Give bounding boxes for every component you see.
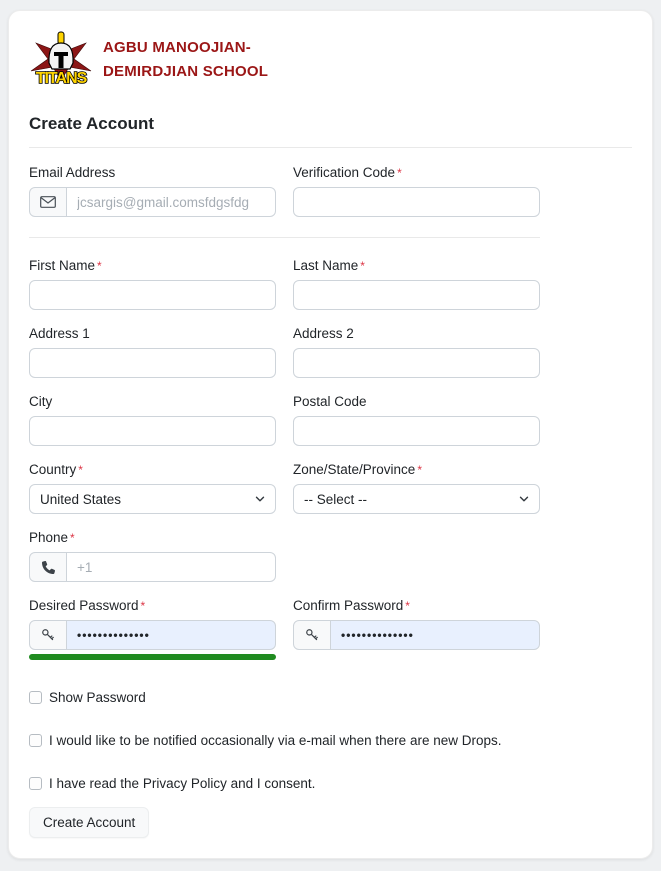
zone-select[interactable]: -- Select --	[293, 484, 540, 514]
address1-label: Address 1	[29, 326, 276, 341]
city-input[interactable]	[29, 416, 276, 446]
row-name: First Name* Last Name*	[29, 258, 540, 310]
privacy-label: I have read the Privacy Policy and I con…	[49, 776, 315, 791]
email-input-group	[29, 187, 276, 217]
show-password-checkbox[interactable]	[29, 691, 42, 704]
email-label: Email Address	[29, 165, 276, 180]
phone-input-group	[29, 552, 276, 582]
last-name-input[interactable]	[293, 280, 540, 310]
titans-spartan-logo-icon: TITANS	[29, 31, 93, 88]
first-name-field: First Name*	[29, 258, 276, 310]
row-phone: Phone*	[29, 530, 540, 582]
privacy-row: I have read the Privacy Policy and I con…	[29, 776, 540, 791]
key-icon	[305, 628, 319, 642]
verification-code-label: Verification Code*	[293, 165, 540, 180]
privacy-checkbox[interactable]	[29, 777, 42, 790]
address2-label: Address 2	[293, 326, 540, 341]
heading-divider	[29, 147, 632, 148]
desired-password-field: Desired Password*	[29, 598, 276, 660]
phone-icon	[42, 561, 55, 574]
section-divider	[29, 237, 540, 238]
zone-select-wrap: -- Select --	[293, 484, 540, 514]
desired-password-label: Desired Password*	[29, 598, 276, 613]
zone-field: Zone/State/Province* -- Select --	[293, 462, 540, 514]
last-name-field: Last Name*	[293, 258, 540, 310]
city-field: City	[29, 394, 276, 446]
zone-label: Zone/State/Province*	[293, 462, 540, 477]
notify-label: I would like to be notified occasionally…	[49, 733, 501, 748]
page-title: Create Account	[29, 114, 632, 134]
show-password-label: Show Password	[49, 690, 146, 705]
confirm-password-input[interactable]	[330, 620, 540, 650]
email-addon	[29, 187, 67, 217]
country-select[interactable]: United States	[29, 484, 276, 514]
create-account-card: TITANS AGBU MANOOJIAN- DEMIRDJIAN SCHOOL…	[8, 10, 653, 859]
show-password-row: Show Password	[29, 690, 540, 705]
address2-input[interactable]	[293, 348, 540, 378]
svg-text:TITANS: TITANS	[36, 70, 88, 87]
notify-row: I would like to be notified occasionally…	[29, 733, 540, 748]
password-addon	[29, 620, 67, 650]
required-asterisk: *	[78, 463, 83, 477]
confirm-password-field: Confirm Password*	[293, 598, 540, 660]
school-name-line2: DEMIRDJIAN SCHOOL	[103, 60, 268, 83]
confirm-password-group	[293, 620, 540, 650]
required-asterisk: *	[141, 599, 146, 613]
required-asterisk: *	[397, 166, 402, 180]
row-passwords: Desired Password* Confirm Password*	[29, 598, 540, 660]
row-country-zone: Country* United States Zone/State/Provin…	[29, 462, 540, 514]
postal-code-input[interactable]	[293, 416, 540, 446]
first-name-label: First Name*	[29, 258, 276, 273]
create-account-button[interactable]: Create Account	[29, 807, 149, 838]
brand-header: TITANS AGBU MANOOJIAN- DEMIRDJIAN SCHOOL	[29, 31, 632, 88]
verification-code-input[interactable]	[293, 187, 540, 217]
desired-password-input[interactable]	[66, 620, 276, 650]
school-name-line1: AGBU MANOOJIAN-	[103, 36, 268, 59]
phone-label: Phone*	[29, 530, 276, 545]
country-label: Country*	[29, 462, 276, 477]
postal-code-field: Postal Code	[293, 394, 540, 446]
phone-input[interactable]	[66, 552, 276, 582]
address1-field: Address 1	[29, 326, 276, 378]
row-city-postal: City Postal Code	[29, 394, 540, 446]
key-icon	[41, 628, 55, 642]
phone-addon	[29, 552, 67, 582]
email-field: Email Address	[29, 165, 276, 217]
postal-code-label: Postal Code	[293, 394, 540, 409]
password-addon	[293, 620, 331, 650]
first-name-input[interactable]	[29, 280, 276, 310]
create-account-form: Email Address Verification Code*	[29, 165, 540, 838]
verification-code-field: Verification Code*	[293, 165, 540, 217]
city-label: City	[29, 394, 276, 409]
row-address: Address 1 Address 2	[29, 326, 540, 378]
country-field: Country* United States	[29, 462, 276, 514]
privacy-policy-link[interactable]: Privacy Policy	[143, 776, 227, 791]
address2-field: Address 2	[293, 326, 540, 378]
confirm-password-label: Confirm Password*	[293, 598, 540, 613]
row-email-verification: Email Address Verification Code*	[29, 165, 540, 217]
desired-password-group	[29, 620, 276, 650]
country-select-wrap: United States	[29, 484, 276, 514]
address1-input[interactable]	[29, 348, 276, 378]
required-asterisk: *	[405, 599, 410, 613]
notify-checkbox[interactable]	[29, 734, 42, 747]
required-asterisk: *	[360, 259, 365, 273]
email-input[interactable]	[66, 187, 276, 217]
required-asterisk: *	[417, 463, 422, 477]
last-name-label: Last Name*	[293, 258, 540, 273]
envelope-icon	[40, 196, 56, 208]
password-strength-bar	[29, 654, 276, 660]
phone-field: Phone*	[29, 530, 276, 582]
required-asterisk: *	[70, 531, 75, 545]
school-name: AGBU MANOOJIAN- DEMIRDJIAN SCHOOL	[103, 36, 268, 83]
required-asterisk: *	[97, 259, 102, 273]
